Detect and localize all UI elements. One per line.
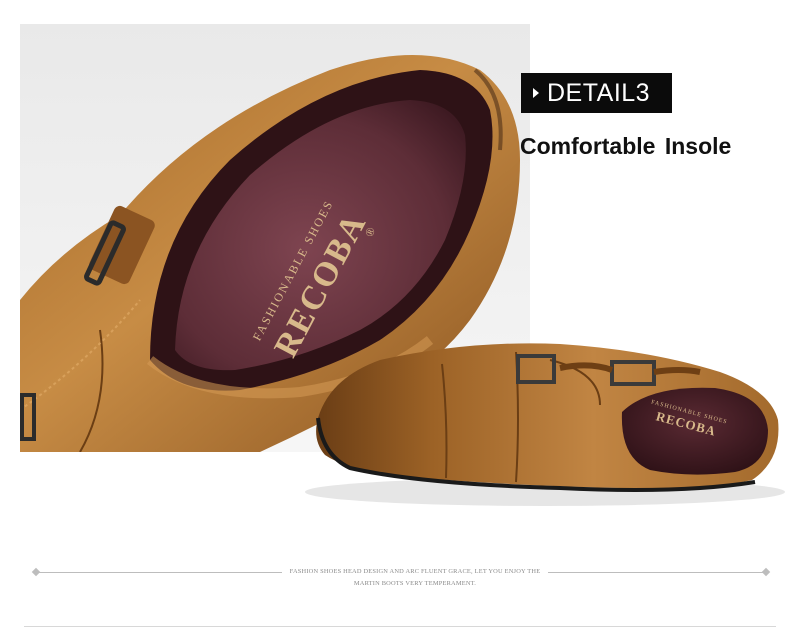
triangle-icon: [533, 88, 539, 98]
footer-divider-right: [548, 572, 766, 573]
footer-divider-left: [36, 572, 282, 573]
feature-headline: Comfortable Insole: [520, 133, 732, 159]
footer-tagline-line2: MARTIN BOOTS VERY TEMPERAMENT.: [353, 580, 477, 587]
footer-tagline: FASHION SHOES HEAD DESIGN AND ARC FLUENT…: [282, 566, 548, 590]
detail-badge-label: DETAIL3: [547, 78, 651, 107]
detail-badge: DETAIL3: [521, 73, 672, 113]
product-photo: RECOBA FASHIONABLE SHOES ® RECOBA FASHIO…: [20, 55, 785, 506]
footer-tagline-line1: FASHION SHOES HEAD DESIGN AND ARC FLUENT…: [289, 568, 541, 575]
bottom-divider: [24, 626, 776, 627]
